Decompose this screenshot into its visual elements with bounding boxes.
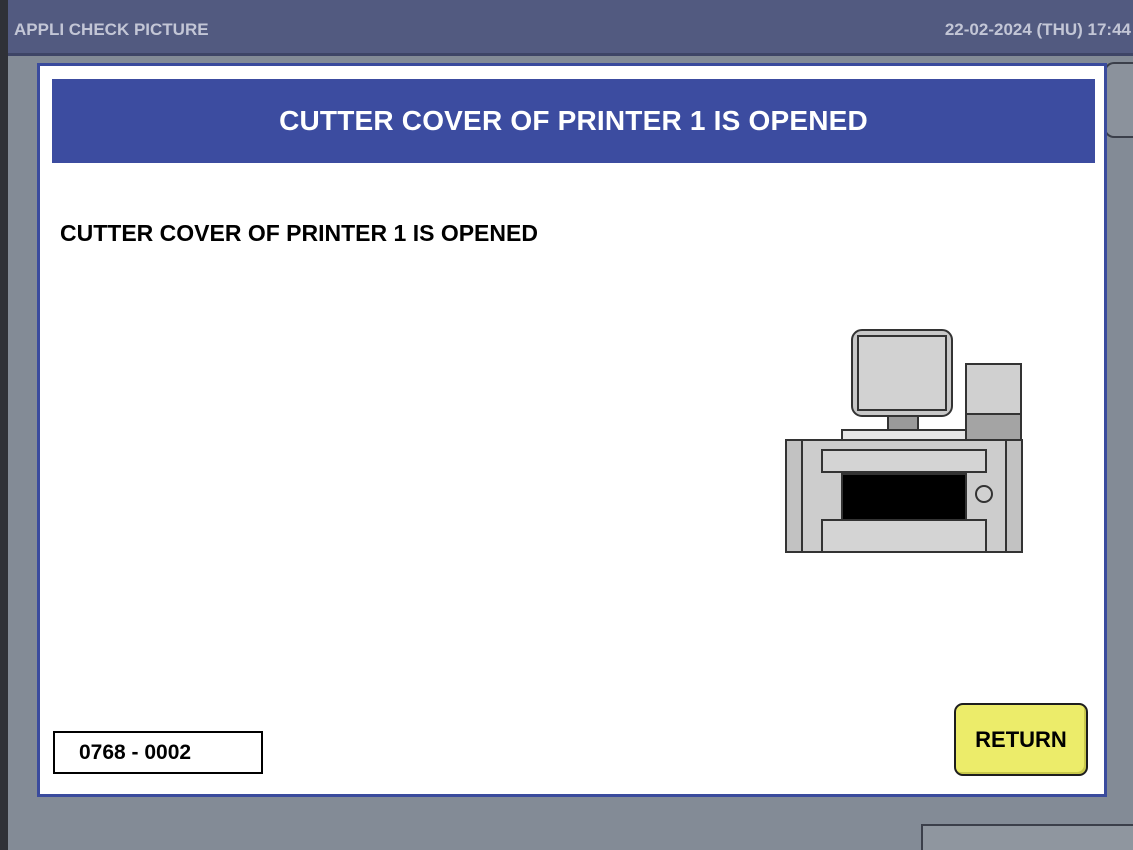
date-time: 22-02-2024 (THU) 17:44 [944,20,1131,39]
screen: APPLI CHECK PICTURE 22-02-2024 (THU) 17:… [0,0,1133,850]
return-button[interactable]: RETURN [954,703,1088,776]
app-title: APPLI CHECK PICTURE [14,20,209,39]
status-field [921,824,1133,850]
error-message: CUTTER COVER OF PRINTER 1 IS OPENED [60,220,538,246]
left-bezel [0,0,8,850]
dialog-title: CUTTER COVER OF PRINTER 1 IS OPENED [279,105,868,136]
error-code-box: 0768 - 0002 [53,731,263,774]
printer-scale-icon [785,329,1023,553]
dialog-header: CUTTER COVER OF PRINTER 1 IS OPENED [52,79,1095,163]
error-dialog: CUTTER COVER OF PRINTER 1 IS OPENED CUTT… [37,63,1107,797]
title-bar: APPLI CHECK PICTURE 22-02-2024 (THU) 17:… [8,0,1133,56]
side-tab-button[interactable] [1104,62,1133,138]
